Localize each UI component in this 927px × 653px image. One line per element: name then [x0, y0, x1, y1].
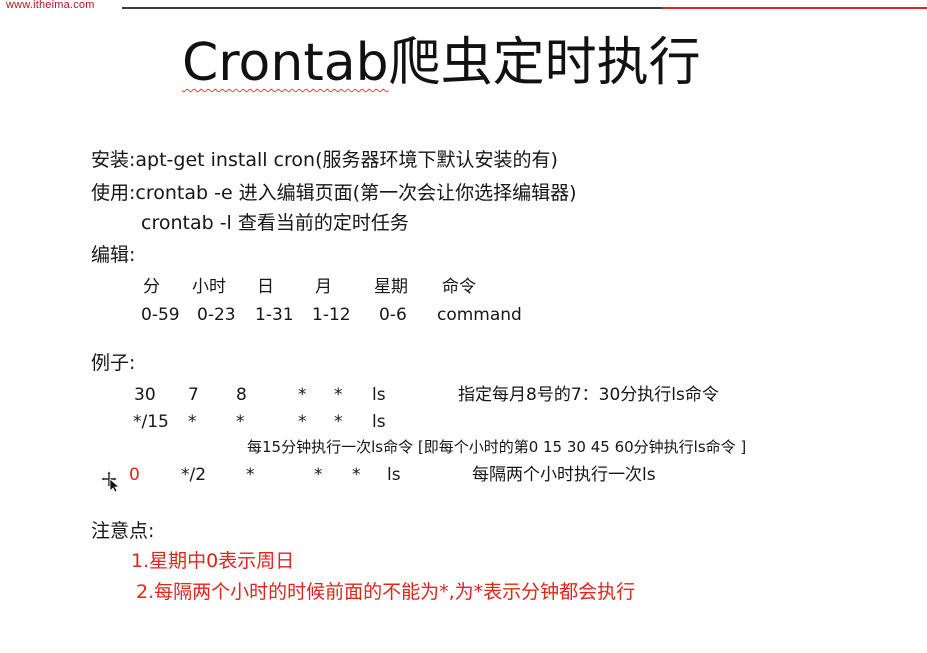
- install-line: 安装:apt-get install cron(服务器环境下默认安装的有): [91, 149, 558, 171]
- table-range-hour: 0-23: [197, 305, 236, 325]
- example2-command: ls: [372, 412, 386, 432]
- usage-edit-line: 使用:crontab -e 进入编辑页面(第一次会让你选择编辑器): [91, 182, 577, 204]
- example2-minute: */15: [133, 412, 169, 432]
- example1-weekday: *: [334, 385, 343, 405]
- example2-day: *: [236, 412, 245, 432]
- example3-day: *: [246, 465, 255, 485]
- edit-label: 编辑:: [91, 244, 136, 266]
- table-header-hour: 小时: [192, 277, 226, 297]
- example1-description: 指定每月8号的7：30分执行ls命令: [458, 385, 719, 405]
- table-range-command: command: [437, 305, 522, 325]
- move-cursor-icon: [100, 470, 121, 492]
- example3-command: ls: [387, 465, 401, 485]
- usage-list-line: crontab -l 查看当前的定时任务: [141, 212, 409, 234]
- table-header-minute: 分: [143, 277, 160, 297]
- slide-title: Crontab爬虫定时执行: [182, 30, 701, 96]
- example1-command: ls: [372, 385, 386, 405]
- table-header-month: 月: [315, 277, 332, 297]
- slide-title-en: Crontab: [182, 33, 389, 93]
- table-range-day: 1-31: [255, 305, 294, 325]
- table-range-weekday: 0-6: [379, 305, 407, 325]
- example1-minute: 30: [134, 385, 156, 405]
- example3-minute: 0: [129, 465, 140, 485]
- example2-description: 每15分钟执行一次ls命令 [即每个小时的第0 15 30 45 60分钟执行l…: [247, 438, 747, 456]
- example2-month: *: [298, 412, 307, 432]
- header-divider: [122, 7, 662, 9]
- example3-weekday: *: [352, 465, 361, 485]
- table-header-command: 命令: [442, 277, 476, 297]
- slide-title-cn: 爬虫定时执行: [388, 33, 701, 93]
- example1-hour: 7: [188, 385, 199, 405]
- brand-link[interactable]: www.itheima.com: [6, 0, 95, 11]
- example1-month: *: [298, 385, 307, 405]
- table-range-month: 1-12: [312, 305, 351, 325]
- example2-hour: *: [188, 412, 197, 432]
- header-divider-accent: [662, 7, 927, 9]
- table-header-weekday: 星期: [374, 277, 408, 297]
- example3-description: 每隔两个小时执行一次ls: [472, 465, 656, 485]
- note-1: 1.星期中0表示周日: [131, 550, 295, 572]
- table-header-day: 日: [257, 277, 274, 297]
- example3-month: *: [314, 465, 323, 485]
- example-label: 例子:: [91, 352, 136, 374]
- example1-day: 8: [236, 385, 247, 405]
- example3-hour: */2: [181, 465, 207, 485]
- example2-weekday: *: [334, 412, 343, 432]
- note-2: 2.每隔两个小时的时候前面的不能为*,为*表示分钟都会执行: [136, 581, 636, 603]
- notes-label: 注意点:: [91, 520, 155, 542]
- table-range-minute: 0-59: [141, 305, 180, 325]
